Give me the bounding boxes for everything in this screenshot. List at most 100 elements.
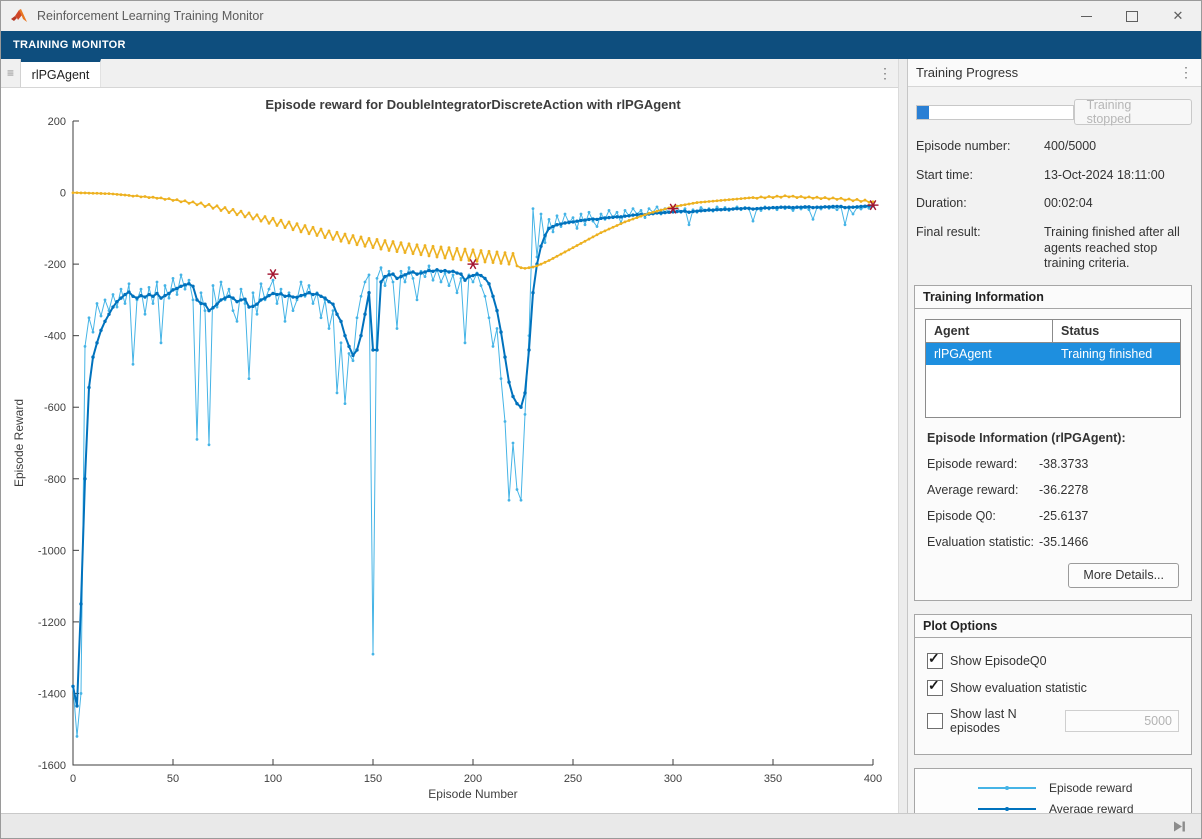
- svg-text:0: 0: [70, 773, 76, 785]
- progress-row: Training stopped: [916, 99, 1192, 125]
- episode-number-row: Episode number: 400/5000: [916, 139, 1190, 155]
- maximize-icon: [1126, 11, 1138, 22]
- tab-options-kebab-icon[interactable]: ⋮: [872, 59, 898, 87]
- table-row[interactable]: rlPGAgent Training finished: [926, 343, 1180, 365]
- check-icon: ✓: [928, 650, 940, 667]
- episode-info-title: Episode Information (rlPGAgent):: [927, 431, 1181, 445]
- panel-options-kebab-icon[interactable]: ⋮: [1179, 64, 1193, 81]
- svg-text:350: 350: [764, 773, 782, 785]
- panel-title: Training Progress: [916, 65, 1018, 80]
- legend-average-reward: Average reward: [915, 799, 1191, 813]
- show-evaluation-statistic-checkbox[interactable]: ✓: [927, 680, 943, 696]
- collapse-panel-icon[interactable]: [1173, 821, 1186, 832]
- groupbox-title: Plot Options: [915, 615, 1191, 638]
- status-cell: Training finished: [1053, 343, 1180, 365]
- stat-value: -36.2278: [1039, 483, 1088, 497]
- panel-header: Training Progress ⋮: [908, 59, 1201, 87]
- svg-text:-200: -200: [44, 259, 66, 271]
- legend-label: Episode reward: [1049, 781, 1132, 796]
- show-evaluation-statistic-option: ✓ Show evaluation statistic: [927, 680, 1179, 696]
- field-label: Episode number:: [916, 139, 1044, 155]
- tab-label: rlPGAgent: [32, 68, 90, 82]
- svg-text:200: 200: [48, 116, 66, 128]
- last-n-episodes-input: [1065, 710, 1179, 732]
- column-header-agent: Agent: [926, 320, 1053, 343]
- close-button[interactable]: ✕: [1155, 1, 1201, 31]
- stat-label: Episode reward:: [927, 457, 1039, 471]
- drag-grip-icon[interactable]: ≡: [1, 59, 21, 87]
- stat-label: Episode Q0:: [927, 509, 1039, 523]
- field-value: 400/5000: [1044, 139, 1190, 155]
- app-window: Reinforcement Learning Training Monitor …: [0, 0, 1202, 839]
- agent-status-table: Agent Status rlPGAgent Training finished: [925, 319, 1181, 418]
- episode-q0-stat: Episode Q0: -25.6137: [927, 509, 1179, 523]
- field-label: Start time:: [916, 168, 1044, 184]
- start-time-row: Start time: 13-Oct-2024 18:11:00: [916, 168, 1190, 184]
- marker-dot-icon: [1005, 786, 1009, 790]
- episode-reward-chart: 0501001502002503003504002000-200-400-600…: [1, 88, 898, 817]
- average-reward-stat: Average reward: -36.2278: [927, 483, 1179, 497]
- titlebar: Reinforcement Learning Training Monitor …: [1, 1, 1201, 31]
- svg-text:50: 50: [167, 773, 179, 785]
- final-result-row: Final result: Training finished after al…: [916, 225, 1190, 272]
- svg-text:-1400: -1400: [38, 688, 66, 700]
- field-value: Training finished after all agents reach…: [1044, 225, 1190, 272]
- window-title: Reinforcement Learning Training Monitor: [37, 9, 1063, 23]
- stat-value: -25.6137: [1039, 509, 1088, 523]
- matlab-logo-icon: [11, 9, 28, 24]
- ribbon-label: TRAINING MONITOR: [13, 39, 126, 51]
- stat-label: Evaluation statistic:: [927, 535, 1039, 549]
- stat-label: Average reward:: [927, 483, 1039, 497]
- minimize-icon: [1081, 16, 1092, 17]
- stat-value: -38.3733: [1039, 457, 1088, 471]
- tab-strip: ≡ rlPGAgent ⋮: [1, 59, 898, 88]
- stat-value: -35.1466: [1039, 535, 1088, 549]
- svg-text:Episode reward for DoubleInteg: Episode reward for DoubleIntegratorDiscr…: [265, 97, 681, 112]
- checkbox-label: Show EpisodeQ0: [950, 654, 1047, 668]
- document-pane: ≡ rlPGAgent ⋮ 05010015020025030035040020…: [1, 59, 898, 813]
- show-episodeq0-checkbox[interactable]: ✓: [927, 653, 943, 669]
- svg-text:Episode Number: Episode Number: [428, 787, 517, 801]
- checkbox-label: Show last N episodes: [950, 707, 1065, 735]
- average-reward-line-swatch: [978, 808, 1036, 810]
- plot-options-groupbox: Plot Options ✓ Show EpisodeQ0 ✓ Show eva…: [914, 614, 1192, 755]
- tab-rlpgagent[interactable]: rlPGAgent: [21, 59, 101, 87]
- svg-text:200: 200: [464, 773, 482, 785]
- more-details-button[interactable]: More Details...: [1068, 563, 1179, 588]
- episode-reward-line-swatch: [978, 787, 1036, 789]
- training-progress-bar: [916, 105, 1074, 120]
- status-bar: [1, 813, 1201, 838]
- svg-text:0: 0: [60, 188, 66, 200]
- svg-text:-800: -800: [44, 474, 66, 486]
- svg-text:100: 100: [264, 773, 282, 785]
- pane-splitter[interactable]: [898, 59, 908, 813]
- maximize-button[interactable]: [1109, 1, 1155, 31]
- checkbox-label: Show evaluation statistic: [950, 681, 1087, 695]
- field-value: 13-Oct-2024 18:11:00: [1044, 168, 1190, 184]
- ribbon-tab-training-monitor[interactable]: TRAINING MONITOR: [1, 31, 1201, 59]
- marker-dot-icon: [1005, 807, 1009, 811]
- check-icon: ✓: [928, 677, 940, 694]
- groupbox-title: Training Information: [915, 286, 1191, 309]
- training-information-groupbox: Training Information Agent Status rlPGAg…: [914, 285, 1192, 601]
- column-header-status: Status: [1053, 320, 1180, 343]
- svg-text:-1600: -1600: [38, 760, 66, 772]
- field-value: 00:02:04: [1044, 196, 1190, 212]
- training-progress-panel: Training Progress ⋮ Training stopped Epi…: [908, 59, 1201, 813]
- show-episodeq0-option: ✓ Show EpisodeQ0: [927, 653, 1179, 669]
- legend-episode-reward: Episode reward: [915, 778, 1191, 799]
- svg-text:-1000: -1000: [38, 545, 66, 557]
- svg-text:300: 300: [664, 773, 682, 785]
- agent-cell: rlPGAgent: [926, 343, 1053, 365]
- svg-text:400: 400: [864, 773, 882, 785]
- training-stopped-button: Training stopped: [1074, 99, 1192, 125]
- episode-reward-stat: Episode reward: -38.3733: [927, 457, 1179, 471]
- minimize-button[interactable]: [1063, 1, 1109, 31]
- training-plot-figure: 0501001502002503003504002000-200-400-600…: [1, 88, 898, 813]
- show-last-n-episodes-checkbox[interactable]: ✓: [927, 713, 943, 729]
- training-progress-fill: [917, 106, 929, 119]
- svg-text:Episode Reward: Episode Reward: [12, 399, 26, 487]
- legend-label: Average reward: [1049, 802, 1134, 813]
- evaluation-statistic-stat: Evaluation statistic: -35.1466: [927, 535, 1179, 549]
- chart-legend: Episode reward Average reward Episode Q0: [914, 768, 1192, 813]
